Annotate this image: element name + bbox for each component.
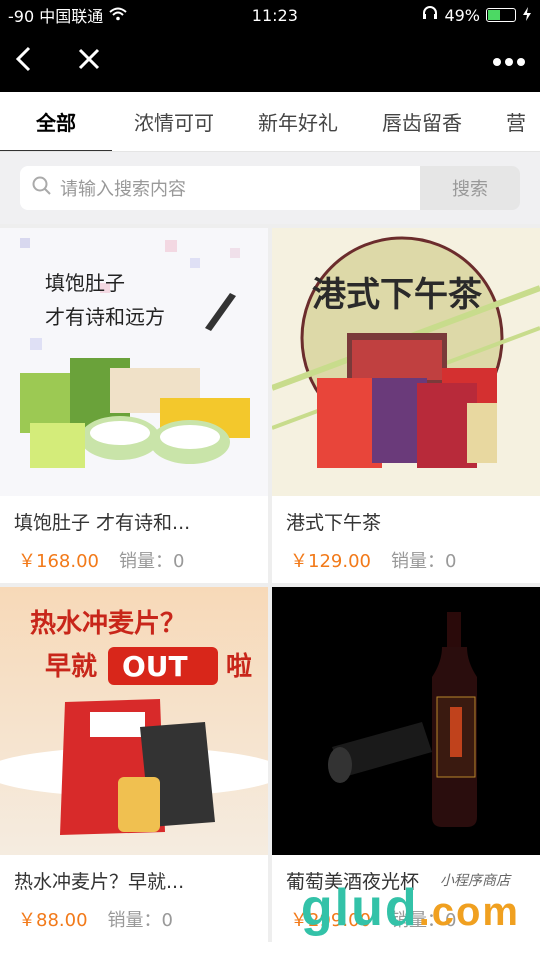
banner-line-2: 早就 xyxy=(45,652,97,682)
tab-newyear[interactable]: 新年好礼 xyxy=(236,92,360,151)
clock: 11:23 xyxy=(251,5,298,25)
banner-line-2: 才有诗和远方 xyxy=(45,305,165,329)
status-bar: -90 中国联通 11:23 49% xyxy=(0,0,540,30)
product-image[interactable] xyxy=(272,587,540,855)
product-price: ￥129.00 xyxy=(290,551,371,572)
search-placeholder: 请输入搜索内容 xyxy=(60,179,186,200)
banner-line-1: 填饱肚子 xyxy=(45,271,125,295)
product-card[interactable]: 港式下午茶 港式下午茶 ￥129.00 销量：0 xyxy=(272,228,540,583)
product-sales: 销量：0 xyxy=(390,551,457,572)
product-grid: 填饱肚子 才有诗和远方 填饱肚子 才有诗和... ￥168.00 销量：0 港式… xyxy=(0,224,540,942)
battery-icon xyxy=(486,8,516,22)
product-sales: 销量：0 xyxy=(118,551,185,572)
nav-bar xyxy=(0,30,540,92)
tab-snacks[interactable]: 唇齿留香 xyxy=(360,92,484,151)
wifi-icon xyxy=(109,6,127,25)
product-image[interactable]: 热水冲麦片？ 早就 OUT 啦 xyxy=(0,587,268,855)
banner-line-3: 啦 xyxy=(226,651,252,682)
more-icon[interactable] xyxy=(492,52,526,71)
banner-out: OUT xyxy=(122,650,188,683)
product-title[interactable]: 填饱肚子 才有诗和... xyxy=(0,496,268,539)
search-input[interactable]: 请输入搜索内容 xyxy=(20,166,420,210)
headphones-icon xyxy=(422,5,438,25)
battery-percent: 49% xyxy=(444,5,480,25)
product-card[interactable]: 葡萄美酒夜光杯 ￥299.00 销量：0 小程序商店 glud.com xyxy=(272,587,540,942)
tab-cocoa[interactable]: 浓情可可 xyxy=(112,92,236,151)
product-card[interactable]: 热水冲麦片？ 早就 OUT 啦 热水冲麦片？早就... ￥88.00 销量：0 xyxy=(0,587,268,942)
back-icon[interactable] xyxy=(14,46,34,76)
product-sales: 销量：0 xyxy=(107,910,173,931)
close-icon[interactable] xyxy=(78,48,100,74)
tab-more[interactable]: 营 xyxy=(484,92,540,151)
category-tabs: 全部 浓情可可 新年好礼 唇齿留香 营 xyxy=(0,92,540,152)
product-image[interactable]: 港式下午茶 xyxy=(272,228,540,496)
product-price: ￥88.00 xyxy=(18,910,88,931)
tab-all[interactable]: 全部 xyxy=(0,92,112,151)
product-image[interactable]: 填饱肚子 才有诗和远方 xyxy=(0,228,268,496)
banner-title: 港式下午茶 xyxy=(312,275,483,315)
banner-line-1: 热水冲麦片？ xyxy=(30,609,186,639)
search-icon xyxy=(32,176,52,201)
product-title[interactable]: 热水冲麦片？早就... xyxy=(0,855,268,898)
search-button[interactable]: 搜索 xyxy=(420,166,520,210)
product-card[interactable]: 填饱肚子 才有诗和远方 填饱肚子 才有诗和... ￥168.00 销量：0 xyxy=(0,228,268,583)
product-title[interactable]: 港式下午茶 xyxy=(272,496,540,539)
carrier-label: -90 中国联通 xyxy=(8,7,104,26)
watermark-logo: glud.com xyxy=(300,879,520,937)
product-price: ￥168.00 xyxy=(18,551,99,572)
search-bar: 请输入搜索内容 搜索 xyxy=(0,152,540,224)
charging-icon xyxy=(522,6,532,25)
